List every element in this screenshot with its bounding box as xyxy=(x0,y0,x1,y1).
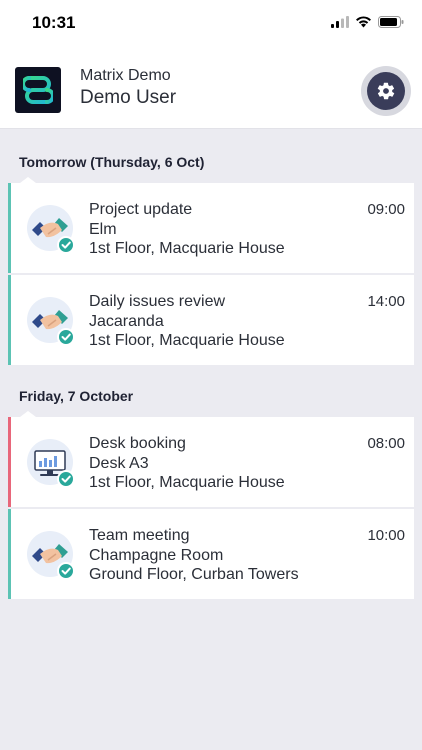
booking-accent xyxy=(8,417,11,507)
handshake-icon xyxy=(27,205,75,254)
booking-accent xyxy=(8,509,11,599)
booking-title: Team meeting xyxy=(89,527,190,544)
booking-time: 08:00 xyxy=(367,435,405,452)
booking-room: Elm xyxy=(89,221,117,238)
settings-button-inner[interactable] xyxy=(367,72,405,110)
booking-location: 1st Floor, Macquarie House xyxy=(89,332,285,349)
battery-icon xyxy=(378,16,404,28)
booking-time: 14:00 xyxy=(367,293,405,310)
app-header: Matrix Demo Demo User xyxy=(0,46,422,129)
gear-icon xyxy=(377,82,395,100)
booking-accent xyxy=(8,275,11,365)
booking-accent xyxy=(8,183,11,273)
status-time: 10:31 xyxy=(32,13,76,32)
booking-title: Project update xyxy=(89,201,193,218)
handshake-icon xyxy=(27,297,75,346)
booking-time: 09:00 xyxy=(367,201,405,218)
booking-card[interactable]: Project update Elm 1st Floor, Macquarie … xyxy=(8,183,414,273)
booking-card[interactable]: Team meeting Champagne Room Ground Floor… xyxy=(8,509,414,599)
booking-room: Champagne Room xyxy=(89,547,224,564)
settings-button[interactable] xyxy=(361,66,411,116)
booking-location: Ground Floor, Curban Towers xyxy=(89,566,299,583)
booking-location: 1st Floor, Macquarie House xyxy=(89,474,285,491)
booking-room: Desk A3 xyxy=(89,455,149,472)
booking-location: 1st Floor, Macquarie House xyxy=(89,240,285,257)
user-name: Demo User xyxy=(80,87,177,108)
booking-time: 10:00 xyxy=(367,527,405,544)
matrix-logo-icon xyxy=(23,76,53,104)
status-icons xyxy=(331,16,404,28)
handshake-icon xyxy=(27,531,75,580)
day-header: Tomorrow (Thursday, 6 Oct) xyxy=(19,154,205,170)
status-bar: 10:31 xyxy=(0,0,422,46)
cellular-signal-icon xyxy=(331,16,349,28)
booking-card[interactable]: Daily issues review Jacaranda 1st Floor,… xyxy=(8,275,414,365)
booking-title: Desk booking xyxy=(89,435,186,452)
desk-icon xyxy=(27,439,75,488)
booking-title: Daily issues review xyxy=(89,293,226,310)
day-header: Friday, 7 October xyxy=(19,388,134,404)
wifi-icon xyxy=(356,16,371,28)
booking-room: Jacaranda xyxy=(89,313,164,330)
app-logo xyxy=(15,67,61,113)
booking-card[interactable]: Desk booking Desk A3 1st Floor, Macquari… xyxy=(8,417,414,507)
app-name: Matrix Demo xyxy=(80,67,171,84)
